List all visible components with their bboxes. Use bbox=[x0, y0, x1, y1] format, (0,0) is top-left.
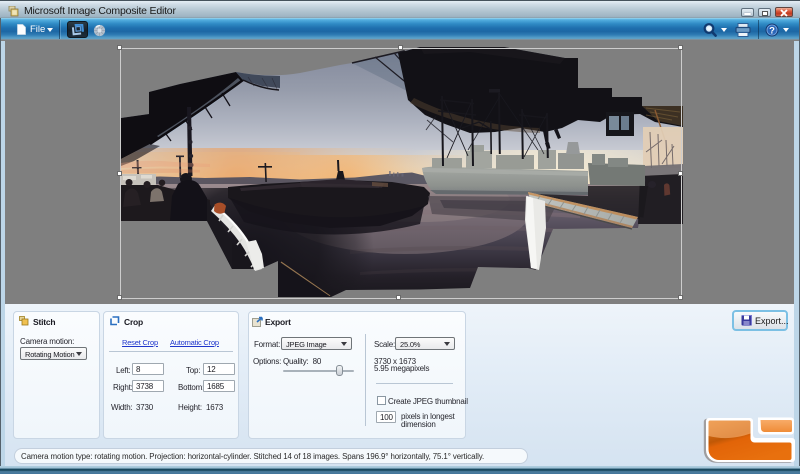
svg-text:?: ? bbox=[769, 25, 775, 36]
